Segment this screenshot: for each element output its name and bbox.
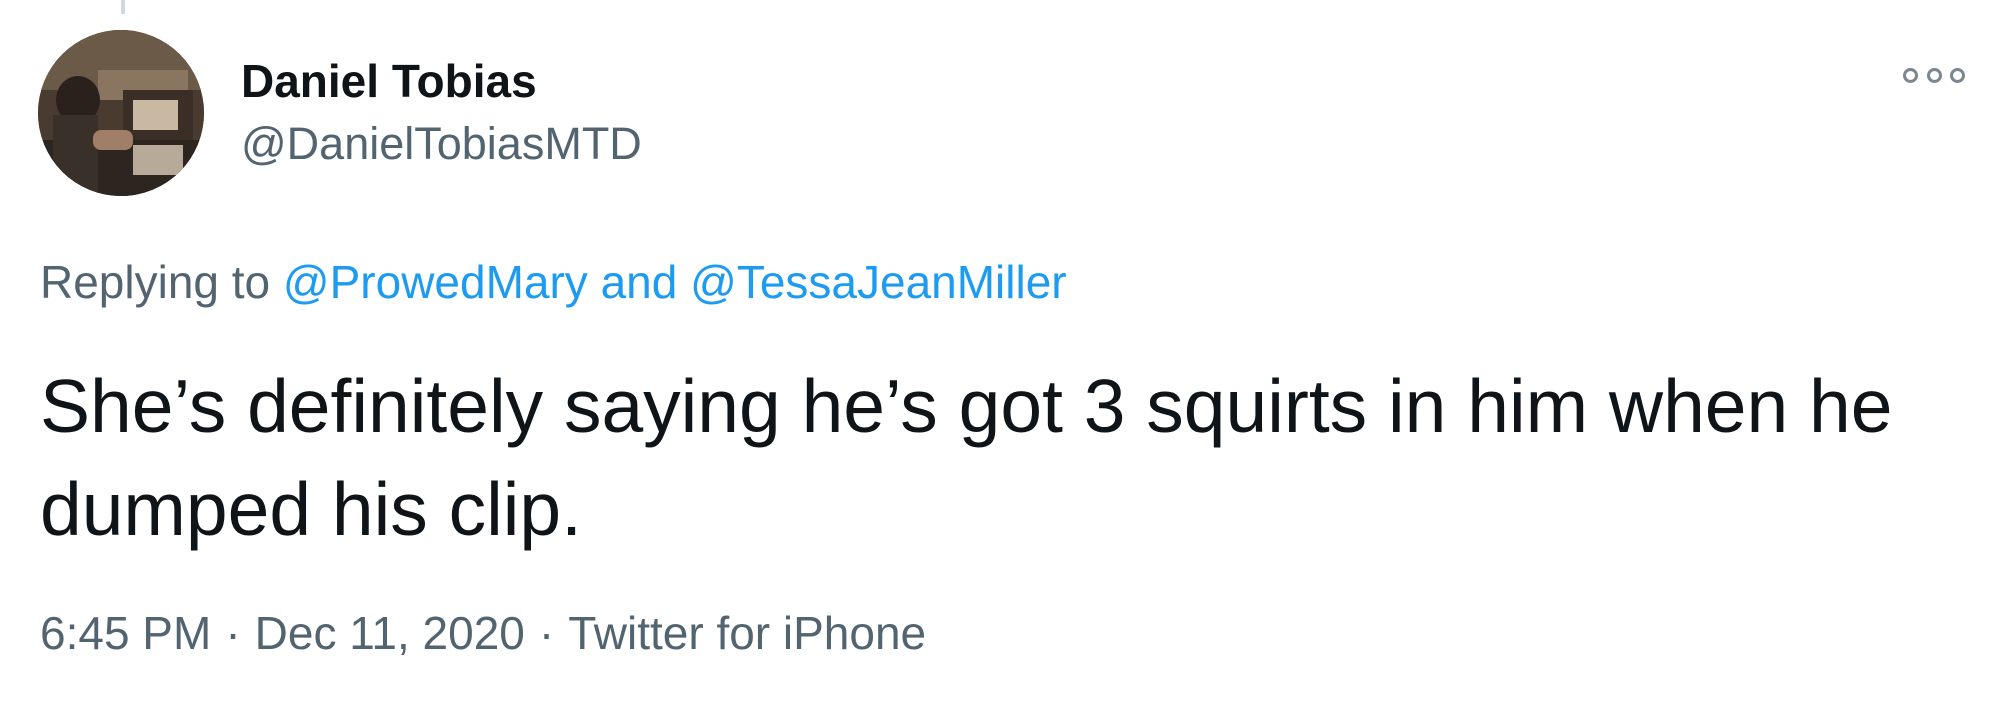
tweet-date[interactable]: Dec 11, 2020 [255,607,525,659]
meta-separator: · [225,607,241,659]
meta-separator: · [538,607,555,659]
tweet-metadata: 6:45 PM · Dec 11, 2020 · Twitter for iPhone [40,606,926,660]
avatar-photo-icon [38,30,204,196]
replying-to-line: Replying to @ProwedMary and @TessaJeanMi… [40,255,1067,309]
tweet-source[interactable]: Twitter for iPhone [568,607,926,659]
author-name[interactable]: Daniel Tobias [241,54,537,108]
tweet-text: She’s definitely saying he’s got 3 squir… [40,364,1893,551]
tweet-time[interactable]: 6:45 PM [40,607,211,659]
more-dot [1950,67,1965,83]
mention-link-prowedmary[interactable]: @ProwedMary [283,256,588,308]
author-handle[interactable]: @DanielTobiasMTD [241,118,642,170]
more-dot [1903,67,1918,83]
mention-conjunction[interactable]: and [601,256,678,308]
thread-connector-line [121,0,125,14]
more-dot [1926,67,1942,83]
more-options-icon[interactable] [1903,62,1965,88]
replying-to-label: Replying to [40,256,271,308]
avatar[interactable] [38,30,204,196]
mention-link-tessajeanmiller[interactable]: @TessaJeanMiller [690,256,1067,308]
